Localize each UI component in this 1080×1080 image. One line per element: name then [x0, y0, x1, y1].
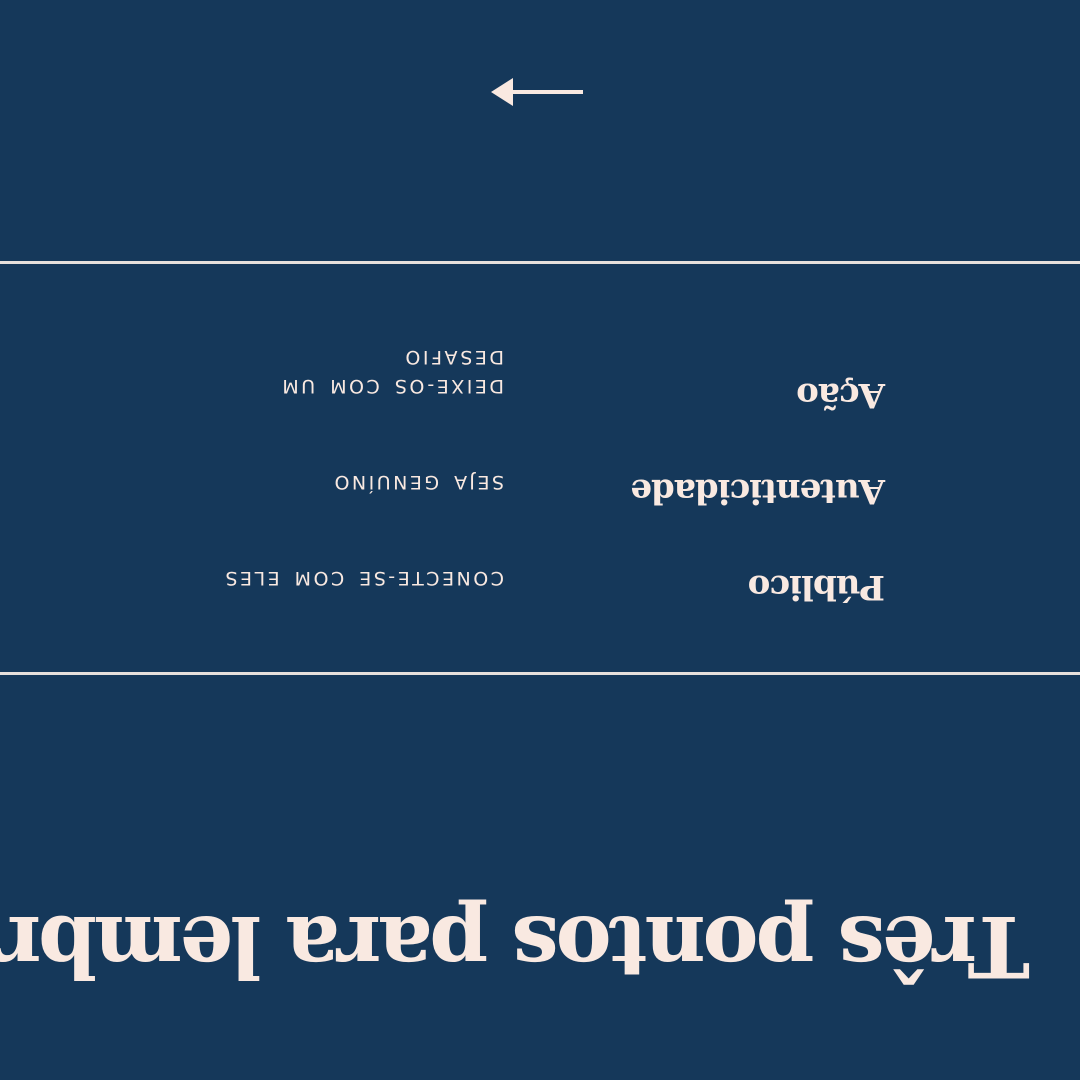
point-label: Ação: [797, 375, 885, 415]
bottom-divider: [0, 261, 1080, 264]
point-description: SEJA GENUÍNO: [332, 471, 504, 493]
arrow-right-icon[interactable]: [489, 74, 585, 110]
slide-canvas: Três pontos para lembrar Público CONECTE…: [0, 0, 1080, 1080]
point-label: Público: [748, 567, 885, 607]
point-description: DEIXE-OS COM UM DESAFIO: [279, 345, 504, 397]
point-label: Autenticidade: [631, 471, 885, 511]
slide-title: Três pontos para lembrar: [0, 897, 1030, 996]
top-divider: [0, 672, 1080, 675]
point-description: CONECTE-SE COM ELES: [222, 567, 504, 589]
